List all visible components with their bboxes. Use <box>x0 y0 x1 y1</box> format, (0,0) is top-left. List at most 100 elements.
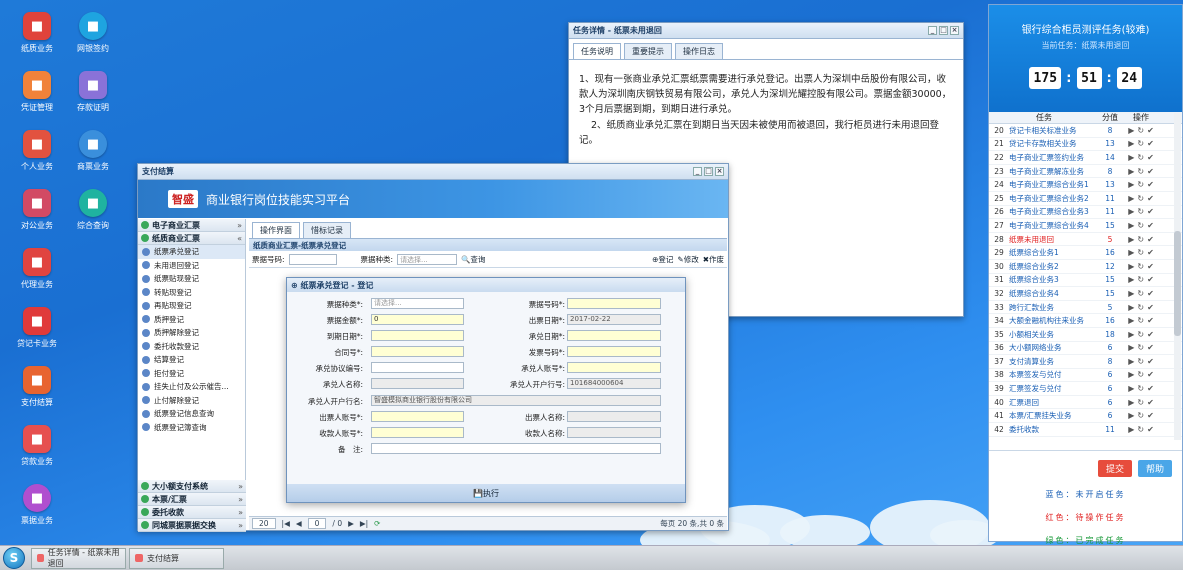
play-icon[interactable]: ▶ <box>1128 411 1134 420</box>
nav-item[interactable]: 纸票承兑登记 <box>138 245 245 259</box>
task-name[interactable]: 电子商业汇票综合业务2 <box>1009 193 1099 204</box>
task-name[interactable]: 纸票综合业务3 <box>1009 274 1099 285</box>
check-icon[interactable]: ✔ <box>1147 235 1154 244</box>
play-icon[interactable]: ▶ <box>1128 370 1134 379</box>
register-button[interactable]: ⊕登记 <box>652 254 673 265</box>
task-row[interactable]: 23 电子商业汇票解冻业务 8 ▶ ↻ ✔ <box>989 165 1182 179</box>
play-icon[interactable]: ▶ <box>1128 316 1134 325</box>
task-row[interactable]: 30 纸票综合业务2 12 ▶ ↻ ✔ <box>989 260 1182 274</box>
desktop-icon[interactable]: ■ 存款证明 <box>68 71 118 113</box>
task-row[interactable]: 26 电子商业汇票综合业务3 11 ▶ ↻ ✔ <box>989 206 1182 220</box>
task-name[interactable]: 纸票综合业务4 <box>1009 288 1099 299</box>
task-row[interactable]: 32 纸票综合业务4 15 ▶ ↻ ✔ <box>989 287 1182 301</box>
play-icon[interactable]: ▶ <box>1128 262 1134 271</box>
acceptor-bank-no-field[interactable]: 101684000604 <box>567 378 661 389</box>
payee-account-field[interactable] <box>371 427 464 438</box>
task-name[interactable]: 大额金融机构往来业务 <box>1009 315 1099 326</box>
nav-item[interactable]: 未用退回登记 <box>138 259 245 273</box>
nav-item[interactable]: 挂失止付及公示催告... <box>138 380 245 394</box>
bill-no-field[interactable] <box>567 298 661 309</box>
bill-no-input[interactable] <box>288 253 337 265</box>
contract-field[interactable] <box>371 346 464 357</box>
check-icon[interactable]: ✔ <box>1147 167 1154 176</box>
task-name[interactable]: 纸票未用退回 <box>1009 234 1099 245</box>
nav-item[interactable]: 质押登记 <box>138 313 245 327</box>
nav-group[interactable]: 大小额支付系统» <box>138 480 246 493</box>
nav-item[interactable]: 纸票登记信息查询 <box>138 407 245 421</box>
drawer-name-field[interactable] <box>567 411 661 422</box>
task-row[interactable]: 34 大额金融机构往来业务 16 ▶ ↻ ✔ <box>989 314 1182 328</box>
task-name[interactable]: 委托收款 <box>1009 424 1099 435</box>
task-row[interactable]: 25 电子商业汇票综合业务2 11 ▶ ↻ ✔ <box>989 192 1182 206</box>
check-icon[interactable]: ✔ <box>1147 316 1154 325</box>
scroll-thumb[interactable] <box>1174 231 1181 336</box>
minimize-icon[interactable]: _ <box>693 167 702 176</box>
task-row[interactable]: 20 贷记卡相关标准业务 8 ▶ ↻ ✔ <box>989 124 1182 138</box>
play-icon[interactable]: ▶ <box>1128 357 1134 366</box>
redo-icon[interactable]: ↻ <box>1137 289 1144 298</box>
edit-button[interactable]: ✎修改 <box>677 254 698 265</box>
drawer-account-field[interactable] <box>371 411 464 422</box>
task-row[interactable]: 36 大小额网络业务 6 ▶ ↻ ✔ <box>989 342 1182 356</box>
tab-important[interactable]: 重要提示 <box>624 43 672 59</box>
payee-name-field[interactable] <box>567 427 661 438</box>
nav-item[interactable]: 质押解除登记 <box>138 326 245 340</box>
acceptor-account-field[interactable] <box>567 362 661 373</box>
acceptor-bank-field[interactable]: 智盛模拟商业银行股份有限公司 <box>371 395 661 406</box>
nav-item[interactable]: 委托收款登记 <box>138 340 245 354</box>
task-row[interactable]: 41 本票/汇票挂失业务 6 ▶ ↻ ✔ <box>989 409 1182 424</box>
nav-group[interactable]: 本票/汇票» <box>138 493 246 506</box>
task-row[interactable]: 27 电子商业汇票综合业务4 15 ▶ ↻ ✔ <box>989 219 1182 233</box>
play-icon[interactable]: ▶ <box>1128 289 1134 298</box>
task-name[interactable]: 小额相关业务 <box>1009 329 1099 340</box>
check-icon[interactable]: ✔ <box>1147 303 1154 312</box>
task-row[interactable]: 21 贷记卡存款相关业务 13 ▶ ↻ ✔ <box>989 138 1182 152</box>
bill-type-select[interactable]: 请选择... <box>397 253 458 265</box>
play-icon[interactable]: ▶ <box>1128 235 1134 244</box>
check-icon[interactable]: ✔ <box>1147 139 1154 148</box>
check-icon[interactable]: ✔ <box>1147 126 1154 135</box>
cancel-button[interactable]: ✖作废 <box>703 254 724 265</box>
play-icon[interactable]: ▶ <box>1128 343 1134 352</box>
refresh-icon[interactable]: ⟳ <box>374 519 380 528</box>
agreement-field[interactable] <box>371 362 464 373</box>
maximize-icon[interactable]: □ <box>939 26 948 35</box>
check-icon[interactable]: ✔ <box>1147 330 1154 339</box>
check-icon[interactable]: ✔ <box>1147 370 1154 379</box>
task-row[interactable]: 31 纸票综合业务3 15 ▶ ↻ ✔ <box>989 274 1182 288</box>
taskbar-item-task[interactable]: 任务详情 - 纸票未用退回 <box>31 547 126 569</box>
task-row[interactable]: 42 委托收款 11 ▶ ↻ ✔ <box>989 423 1182 437</box>
check-icon[interactable]: ✔ <box>1147 398 1154 407</box>
play-icon[interactable]: ▶ <box>1128 126 1134 135</box>
redo-icon[interactable]: ↻ <box>1137 153 1144 162</box>
desktop-icon[interactable]: ■ 支付结算 <box>12 366 62 408</box>
minimize-icon[interactable]: _ <box>928 26 937 35</box>
play-icon[interactable]: ▶ <box>1128 275 1134 284</box>
desktop-icon[interactable]: ■ 综合查询 <box>68 189 118 231</box>
page-size-select[interactable]: 20 <box>252 518 276 529</box>
check-icon[interactable]: ✔ <box>1147 425 1154 434</box>
task-row[interactable]: 38 本票签发与兑付 6 ▶ ↻ ✔ <box>989 369 1182 383</box>
task-row[interactable]: 22 电子商业汇票签约业务 14 ▶ ↻ ✔ <box>989 151 1182 165</box>
check-icon[interactable]: ✔ <box>1147 275 1154 284</box>
play-icon[interactable]: ▶ <box>1128 221 1134 230</box>
play-icon[interactable]: ▶ <box>1128 303 1134 312</box>
redo-icon[interactable]: ↻ <box>1137 275 1144 284</box>
maximize-icon[interactable]: □ <box>704 167 713 176</box>
check-icon[interactable]: ✔ <box>1147 194 1154 203</box>
check-icon[interactable]: ✔ <box>1147 221 1154 230</box>
task-row[interactable]: 29 纸票综合业务1 16 ▶ ↻ ✔ <box>989 246 1182 260</box>
execute-button[interactable]: 💾执行 <box>473 488 499 499</box>
nav-item[interactable]: 转贴现登记 <box>138 286 245 300</box>
nav-item[interactable]: 再贴现登记 <box>138 299 245 313</box>
redo-icon[interactable]: ↻ <box>1137 303 1144 312</box>
check-icon[interactable]: ✔ <box>1147 357 1154 366</box>
redo-icon[interactable]: ↻ <box>1137 425 1144 434</box>
taskbar-item-payment[interactable]: 支付结算 <box>129 547 224 569</box>
desktop-icon[interactable]: ■ 个人业务 <box>12 130 62 172</box>
submit-button[interactable]: 提交 <box>1097 460 1132 477</box>
task-name[interactable]: 电子商业汇票综合业务3 <box>1009 206 1099 217</box>
redo-icon[interactable]: ↻ <box>1137 357 1144 366</box>
nav-item[interactable]: 纸票登记簿查询 <box>138 421 245 435</box>
check-icon[interactable]: ✔ <box>1147 289 1154 298</box>
